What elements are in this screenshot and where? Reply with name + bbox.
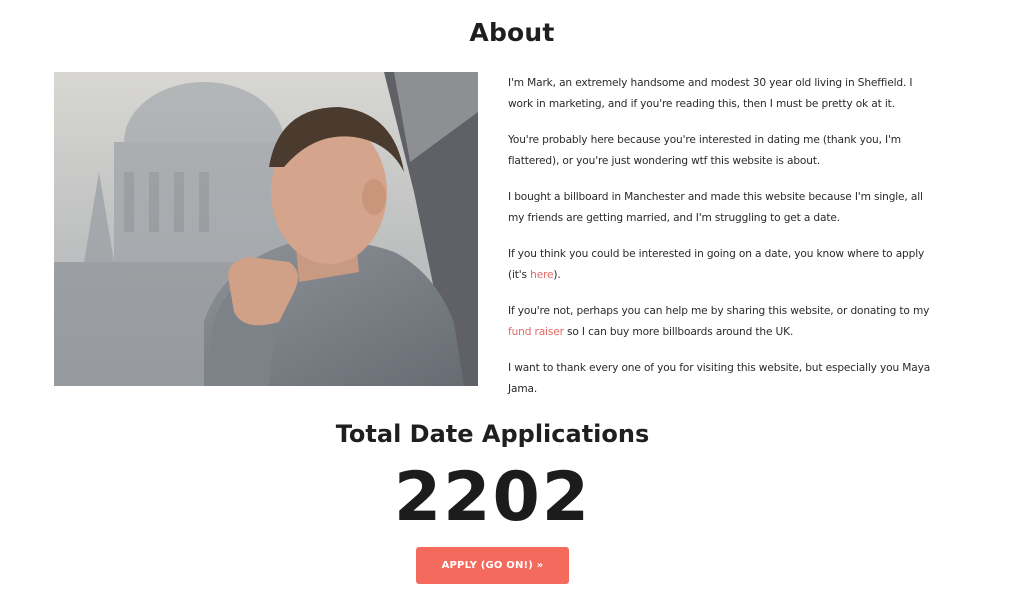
about-bio: I'm Mark, an extremely handsome and mode… — [508, 73, 938, 415]
bio-paragraph: I bought a billboard in Manchester and m… — [508, 191, 923, 224]
bio-paragraph: If you think you could be interested in … — [508, 244, 938, 286]
bio-text: If you think you could be interested in … — [508, 248, 925, 281]
bio-text: so I can buy more billboards around the … — [563, 326, 794, 338]
bio-text: ). — [553, 269, 561, 281]
about-heading: About — [469, 18, 555, 47]
bio-text: If you're not, perhaps you can help me b… — [508, 305, 930, 317]
bio-paragraph: I want to thank every one of you for vis… — [508, 362, 931, 395]
profile-photo — [54, 72, 478, 386]
bio-paragraph: You're probably here because you're inte… — [508, 134, 901, 167]
apply-button[interactable]: APPLY (GO ON!) » — [416, 547, 569, 584]
apply-here-link[interactable]: here — [530, 269, 553, 281]
applications-heading: Total Date Applications — [335, 420, 650, 448]
applications-counter: 2202 — [393, 458, 592, 537]
bio-paragraph: I'm Mark, an extremely handsome and mode… — [508, 77, 913, 110]
bio-paragraph: If you're not, perhaps you can help me b… — [508, 301, 938, 343]
fund-raiser-link[interactable]: fund raiser — [508, 326, 564, 338]
